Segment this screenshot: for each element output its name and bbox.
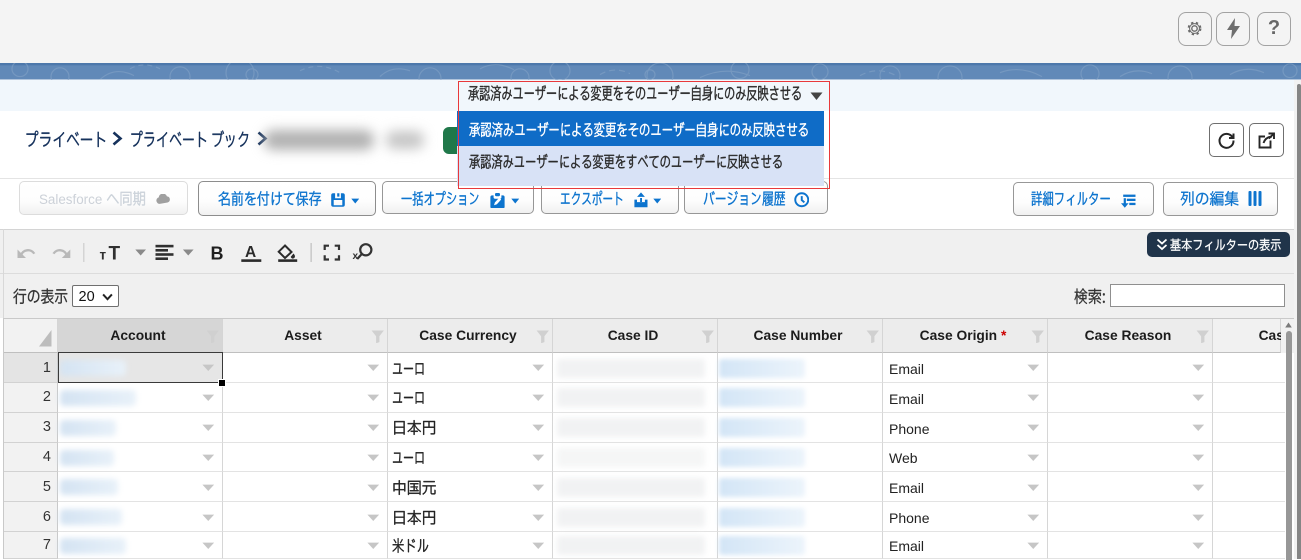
svg-text:B: B: [211, 244, 224, 264]
svg-text:x: x: [353, 251, 359, 262]
svg-text:т: т: [100, 248, 107, 263]
svg-text:T: T: [109, 244, 121, 265]
svg-text:A: A: [245, 244, 256, 261]
